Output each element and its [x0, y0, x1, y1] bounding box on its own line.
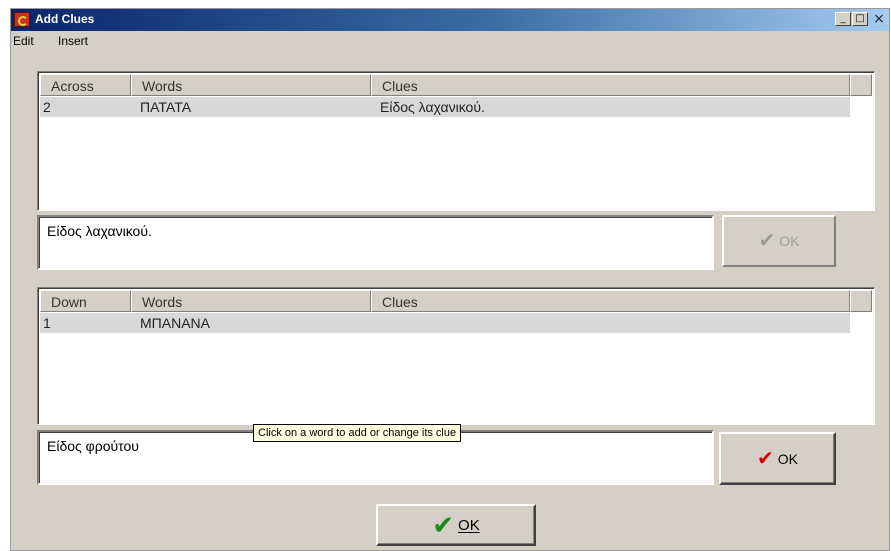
down-list[interactable]: Down Words Clues 1 ΜΠΑΝΑΝΑ	[37, 287, 875, 425]
down-ok-label: OK	[777, 450, 798, 467]
across-row-word: ΠΑΤΑΤΑ	[140, 99, 192, 115]
across-row[interactable]: 2 ΠΑΤΑΤΑ Είδος λαχανικού.	[40, 97, 850, 117]
across-list-header: Across Words Clues	[40, 74, 872, 96]
column-header-filler	[850, 290, 872, 312]
close-button[interactable]: ×	[871, 12, 887, 26]
main-ok-label: OK	[458, 516, 480, 534]
title-bar[interactable]: Add Clues _ □ ×	[11, 9, 889, 31]
maximize-button[interactable]: □	[852, 12, 868, 26]
tooltip: Click on a word to add or change its clu…	[253, 424, 462, 442]
menu-insert[interactable]: Insert	[58, 34, 88, 48]
checkmark-icon: ✔	[758, 230, 776, 252]
minimize-button[interactable]: _	[835, 12, 851, 26]
across-list[interactable]: Across Words Clues 2 ΠΑΤΑΤΑ Είδος λαχανι…	[37, 71, 875, 211]
across-ok-label: OK	[779, 233, 800, 249]
down-row-word: ΜΠΑΝΑΝΑ	[140, 315, 211, 331]
main-ok-button[interactable]: ✔ OK	[376, 504, 536, 546]
down-list-header: Down Words Clues	[40, 290, 872, 312]
checkmark-icon: ✔	[757, 447, 774, 470]
column-header-down[interactable]: Down	[40, 290, 131, 312]
checkmark-icon: ✔	[432, 510, 455, 540]
across-ok-button[interactable]: ✔ OK	[722, 215, 836, 267]
app-icon	[14, 12, 30, 27]
column-header-filler	[850, 74, 872, 96]
column-header-words[interactable]: Words	[131, 74, 371, 96]
window-title: Add Clues	[35, 12, 95, 26]
across-row-number: 2	[43, 99, 51, 115]
column-header-clues[interactable]: Clues	[371, 290, 850, 312]
caption-buttons: _ □ ×	[835, 12, 887, 28]
down-ok-button[interactable]: ✔ OK	[719, 432, 836, 485]
menu-bar: Edit Insert	[11, 31, 889, 51]
across-row-clue: Είδος λαχανικού.	[380, 99, 485, 115]
down-row[interactable]: 1 ΜΠΑΝΑΝΑ	[40, 313, 850, 333]
column-header-words[interactable]: Words	[131, 290, 371, 312]
down-row-number: 1	[43, 315, 51, 331]
column-header-across[interactable]: Across	[40, 74, 131, 96]
column-header-clues[interactable]: Clues	[371, 74, 850, 96]
across-clue-input[interactable]: Είδος λαχανικού.	[37, 215, 714, 270]
menu-edit[interactable]: Edit	[13, 34, 34, 48]
add-clues-window: Add Clues _ □ × Edit Insert Across Words…	[10, 8, 890, 551]
